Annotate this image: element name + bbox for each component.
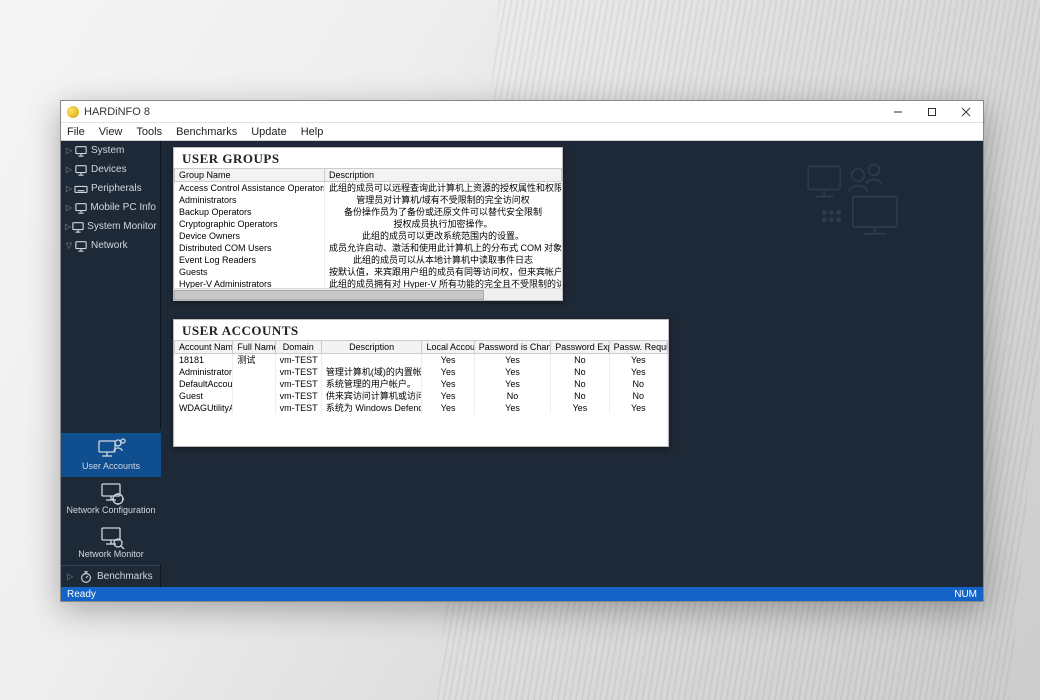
nav-label: User Accounts: [82, 461, 140, 471]
sidebar-item-network[interactable]: ▽ Network: [61, 236, 160, 255]
column-header[interactable]: Domain: [275, 341, 321, 354]
sidebar-label: Network: [91, 240, 128, 251]
horizontal-scrollbar[interactable]: [174, 288, 562, 300]
menu-update[interactable]: Update: [251, 126, 286, 138]
sidebar-item-mobile-pc-info[interactable]: ▷ Mobile PC Info: [61, 198, 160, 217]
table-row[interactable]: Guests按默认值，来宾跟用户组的成员有同等访问权，但来宾帐户的限制更多: [175, 266, 562, 278]
menubar: File View Tools Benchmarks Update Help: [61, 123, 983, 141]
app-window: HARDiNFO 8 File View Tools Benchmarks Up…: [60, 100, 984, 602]
column-header[interactable]: Password Expires: [551, 341, 609, 354]
table-row[interactable]: Event Log Readers此组的成员可以从本地计算机中读取事件日志: [175, 254, 562, 266]
statusbar: Ready NUM: [61, 587, 983, 601]
column-header[interactable]: Local Account: [422, 341, 474, 354]
sidebar-item-devices[interactable]: ▷ Devices: [61, 160, 160, 179]
decor-network-icon: [803, 161, 913, 244]
sidebar-label: Benchmarks: [97, 571, 153, 582]
menu-benchmarks[interactable]: Benchmarks: [176, 126, 237, 138]
column-header[interactable]: Group Name: [175, 169, 325, 182]
sidebar-label: System Monitor: [87, 221, 156, 232]
table-row[interactable]: Distributed COM Users成员允许启动、激活和使用此计算机上的分…: [175, 242, 562, 254]
app-title: HARDiNFO 8: [84, 106, 150, 118]
monitor-icon: [73, 240, 89, 252]
expand-icon[interactable]: ▷: [65, 184, 73, 193]
column-header[interactable]: Passw. Required: [609, 341, 667, 354]
sidebar-item-system-monitor[interactable]: ▷System Monitor: [61, 217, 160, 236]
user-accounts-table[interactable]: Account NameFull NameDomainDescriptionLo…: [174, 340, 668, 446]
sidebar-label: Devices: [91, 164, 127, 175]
monitor-icon: [71, 221, 85, 233]
keyboard-icon: [73, 183, 89, 195]
panel-title: USER ACCOUNTS: [174, 320, 668, 340]
user-accounts-panel: USER ACCOUNTS Account NameFull NameDomai…: [173, 319, 669, 447]
menu-file[interactable]: File: [67, 126, 85, 138]
stopwatch-icon: [79, 570, 93, 584]
table-row[interactable]: 18181测试vm-TESTYesYesNoYes: [175, 354, 668, 367]
nav-icon: [96, 481, 126, 505]
table-row[interactable]: Guestvm-TEST供来宾访问计算机或访问域的...YesNoNoNo: [175, 390, 668, 402]
maximize-button[interactable]: [915, 101, 949, 123]
sidebar-item-peripherals[interactable]: ▷ Peripherals: [61, 179, 160, 198]
sidebar-label: System: [91, 145, 124, 156]
close-button[interactable]: [949, 101, 983, 123]
titlebar[interactable]: HARDiNFO 8: [61, 101, 983, 123]
table-row[interactable]: Cryptographic Operators授权成员执行加密操作。: [175, 218, 562, 230]
app-icon: [67, 106, 79, 118]
monitor-icon: [73, 145, 89, 157]
sidebar: ▷ System ▷ Devices ▷ Peripherals ▷ Mobile PC In…: [61, 141, 161, 587]
table-row[interactable]: Administrators管理员对计算机/域有不受限制的完全访问权: [175, 194, 562, 206]
expand-icon[interactable]: ▷: [65, 146, 73, 155]
content-area: USER GROUPS Group NameDescriptionAccess …: [161, 141, 983, 587]
menu-tools[interactable]: Tools: [136, 126, 162, 138]
column-header[interactable]: Account Name: [175, 341, 233, 354]
nav-icon: [96, 437, 126, 461]
column-header[interactable]: Full Name: [233, 341, 275, 354]
column-header[interactable]: Password is Changeable: [474, 341, 550, 354]
sidebar-label: Mobile PC Info: [90, 202, 156, 213]
nav-item-network-monitor[interactable]: Network Monitor: [61, 521, 161, 565]
minimize-button[interactable]: [881, 101, 915, 123]
table-row[interactable]: Backup Operators备份操作员为了备份或还原文件可以替代安全限制: [175, 206, 562, 218]
expand-icon[interactable]: ▷: [65, 165, 73, 174]
nav-label: Network Monitor: [78, 549, 144, 559]
user-groups-panel: USER GROUPS Group NameDescriptionAccess …: [173, 147, 563, 301]
column-header[interactable]: Description: [325, 169, 562, 182]
status-left: Ready: [67, 589, 96, 600]
nav-item-network-configuration[interactable]: Network Configuration: [61, 477, 161, 521]
menu-help[interactable]: Help: [301, 126, 324, 138]
table-row[interactable]: DefaultAccountvm-TEST系统管理的用户帐户。YesYesNoN…: [175, 378, 668, 390]
column-header[interactable]: Description: [321, 341, 422, 354]
monitor-icon: [73, 164, 89, 176]
expand-icon[interactable]: ▽: [65, 241, 73, 250]
user-groups-table[interactable]: Group NameDescriptionAccess Control Assi…: [174, 168, 562, 288]
sidebar-label: Peripherals: [91, 183, 142, 194]
nav-item-user-accounts[interactable]: User Accounts: [61, 433, 161, 477]
sidebar-item-system[interactable]: ▷ System: [61, 141, 160, 160]
table-row[interactable]: Hyper-V Administrators此组的成员拥有对 Hyper-V 所…: [175, 278, 562, 288]
panel-title: USER GROUPS: [174, 148, 562, 168]
sidebar-item-benchmarks[interactable]: ▷ Benchmarks: [61, 565, 160, 587]
nav-icon: [96, 525, 126, 549]
table-row[interactable]: WDAGUtilityAccountvm-TEST系统为 Windows Def…: [175, 402, 668, 414]
status-right: NUM: [954, 589, 977, 600]
table-row[interactable]: Administratorvm-TEST管理计算机(域)的内置帐户YesYesN…: [175, 366, 668, 378]
monitor-icon: [73, 202, 89, 214]
table-row[interactable]: Access Control Assistance Operators此组的成员…: [175, 182, 562, 195]
menu-view[interactable]: View: [99, 126, 123, 138]
table-row[interactable]: Device Owners此组的成员可以更改系统范围内的设置。: [175, 230, 562, 242]
nav-label: Network Configuration: [66, 505, 155, 515]
expand-icon[interactable]: ▷: [65, 203, 73, 212]
